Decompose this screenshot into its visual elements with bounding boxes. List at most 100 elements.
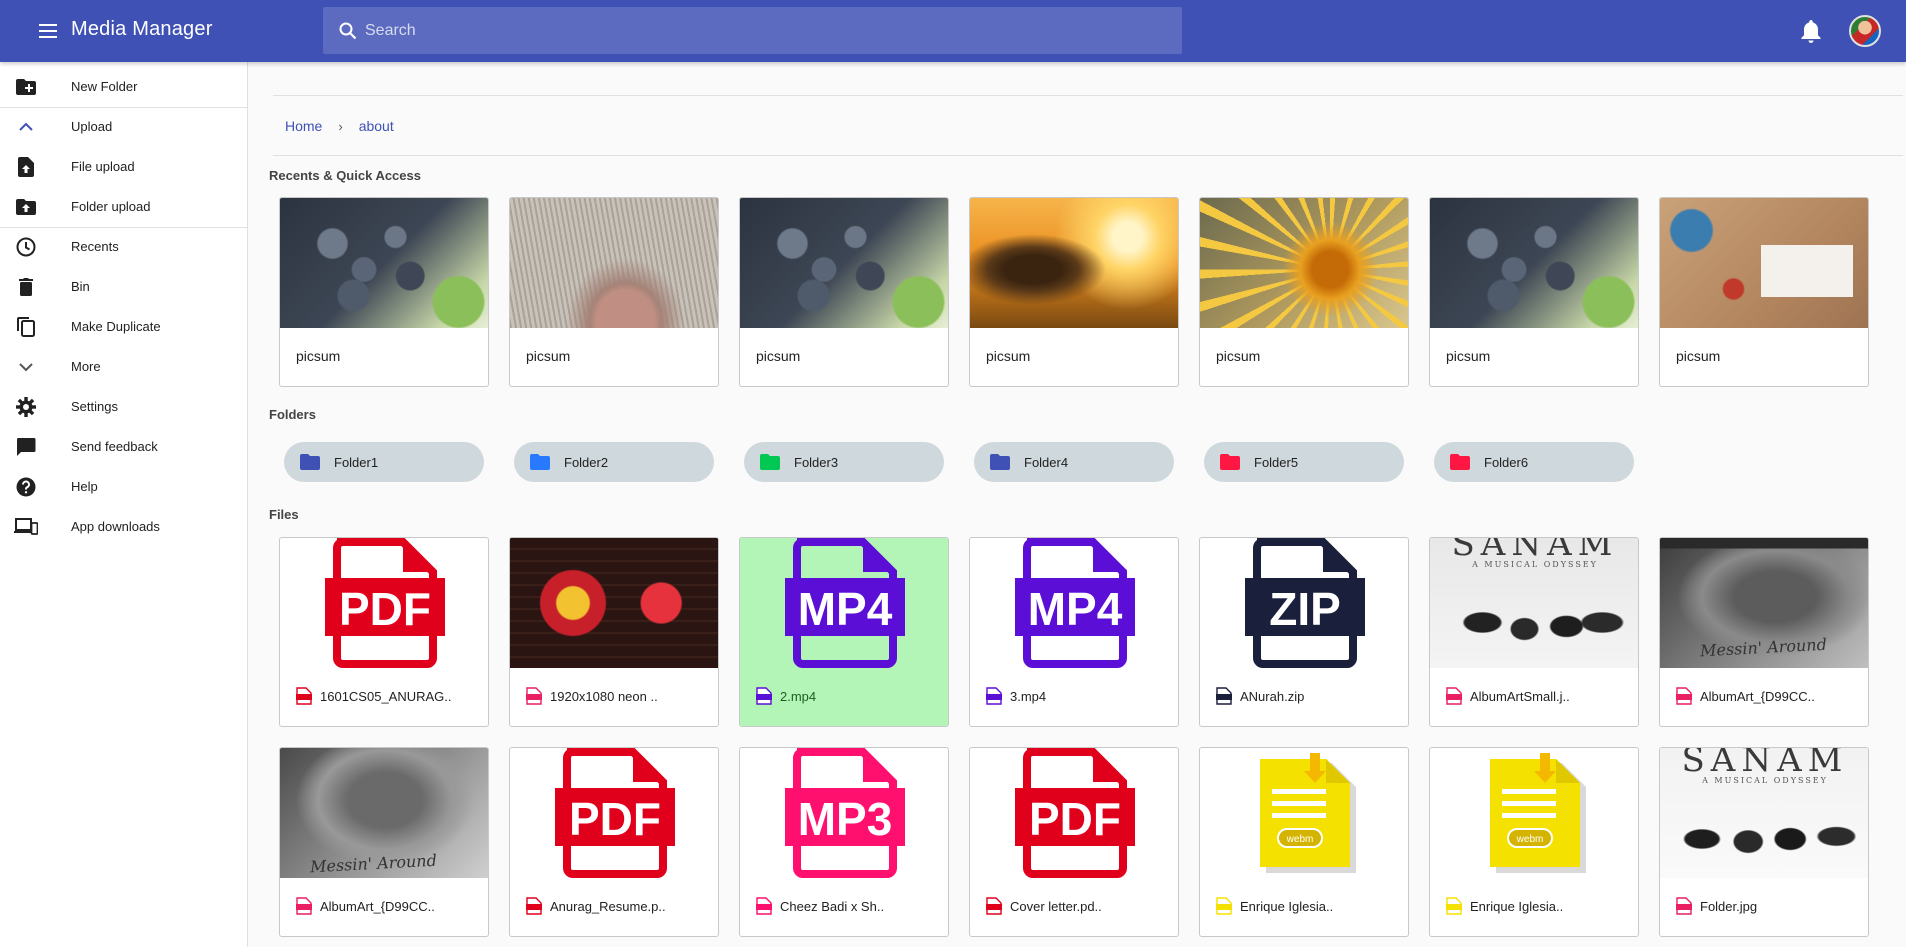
file-name: AlbumArtSmall.j.. <box>1470 688 1570 704</box>
pdf-small-icon <box>296 687 312 705</box>
folder-chip[interactable]: Folder4 <box>974 442 1174 482</box>
file-card[interactable]: webm Enrique Iglesia.. <box>1199 747 1409 937</box>
svg-text:PDF: PDF <box>569 793 661 845</box>
album-cursive-text: Messin' Around <box>309 850 438 877</box>
file-name: 3.mp4 <box>1010 688 1047 704</box>
sidebar-item-file-upload[interactable]: File upload <box>0 147 248 187</box>
search-icon <box>337 20 359 42</box>
folder-chip[interactable]: Folder2 <box>514 442 714 482</box>
folder-icon <box>990 454 1010 470</box>
folder-label: Folder3 <box>794 454 839 470</box>
divider <box>273 95 1903 96</box>
mp4-file-icon: MP4 <box>1015 538 1135 668</box>
breadcrumb: Home › about <box>285 118 394 134</box>
sidebar-item-label: File upload <box>71 159 135 174</box>
sidebar-item-label: Upload <box>71 119 113 134</box>
folder-upload-icon <box>14 195 38 219</box>
sidebar-item-app-downloads[interactable]: App downloads <box>0 507 248 547</box>
album-cursive-text: Messin' Around <box>1699 634 1828 661</box>
file-name-row: AlbumArtSmall.j.. <box>1446 687 1570 705</box>
gear-icon <box>14 395 38 419</box>
file-card[interactable]: MP3 Cheez Badi x Sh.. <box>739 747 949 937</box>
recent-card[interactable]: picsum <box>509 197 719 387</box>
file-thumbnail: MP4 <box>970 538 1178 668</box>
folder-chip[interactable]: Folder3 <box>744 442 944 482</box>
file-thumbnail: SANAM A MUSICAL ODYSSEY <box>1430 538 1638 668</box>
jpg-small-icon <box>1676 687 1692 705</box>
folder-label: Folder5 <box>1254 454 1299 470</box>
sidebar-item-label: More <box>71 359 101 374</box>
jpg-small-icon <box>526 687 542 705</box>
file-name-row: Enrique Iglesia.. <box>1446 897 1563 915</box>
svg-text:webm: webm <box>1516 834 1544 845</box>
file-name-row: 2.mp4 <box>756 687 816 705</box>
sidebar-item-label: Send feedback <box>71 439 158 454</box>
search-bar[interactable] <box>323 7 1182 54</box>
notifications-bell-icon[interactable] <box>1796 16 1826 46</box>
recent-thumbnail-cat-nose <box>510 198 718 328</box>
recent-thumbnail-grapes <box>740 198 948 328</box>
recent-card[interactable]: picsum <box>1199 197 1409 387</box>
sidebar-item-help[interactable]: Help <box>0 467 248 507</box>
file-card[interactable]: PDF Cover letter.pd.. <box>969 747 1179 937</box>
file-card[interactable]: Messin' Around AlbumArt_{D99CC.. <box>1659 537 1869 727</box>
recent-card[interactable]: picsum <box>1659 197 1869 387</box>
recent-thumbnail-spiky-plant <box>1200 198 1408 328</box>
folder-label: Folder1 <box>334 454 379 470</box>
user-avatar[interactable] <box>1849 15 1881 47</box>
app-bar: Media Manager <box>0 0 1906 62</box>
sidebar-item-upload[interactable]: Upload <box>0 107 248 147</box>
folders-section-title: Folders <box>269 407 316 422</box>
recent-card[interactable]: picsum <box>1429 197 1639 387</box>
file-card[interactable]: PDF Anurag_Resume.p.. <box>509 747 719 937</box>
file-card[interactable]: MP4 3.mp4 <box>969 537 1179 727</box>
file-thumbnail: MP4 <box>740 538 948 668</box>
file-name: 1920x1080 neon .. <box>550 688 658 704</box>
svg-text:MP4: MP4 <box>1028 583 1123 635</box>
sidebar-item-make-duplicate[interactable]: Make Duplicate <box>0 307 248 347</box>
files-section-title: Files <box>269 507 299 522</box>
file-card[interactable]: ZIP ANurah.zip <box>1199 537 1409 727</box>
sidebar-item-settings[interactable]: Settings <box>0 387 248 427</box>
file-card[interactable]: MP4 2.mp4 <box>739 537 949 727</box>
file-card[interactable]: 1920x1080 neon .. <box>509 537 719 727</box>
folder-chip[interactable]: Folder1 <box>284 442 484 482</box>
recent-card[interactable]: picsum <box>279 197 489 387</box>
recent-card[interactable]: picsum <box>739 197 949 387</box>
zip-file-icon: ZIP <box>1245 538 1365 668</box>
breadcrumb-current-link[interactable]: about <box>359 118 394 134</box>
sidebar-item-label: App downloads <box>71 519 160 534</box>
hamburger-menu-icon[interactable] <box>36 19 60 43</box>
search-input[interactable] <box>365 21 1145 40</box>
file-name-row: 1920x1080 neon .. <box>526 687 658 705</box>
file-card[interactable]: SANAM A MUSICAL ODYSSEY AlbumArtSmall.j.… <box>1429 537 1639 727</box>
sidebar-item-recents[interactable]: Recents <box>0 227 248 267</box>
folder-label: Folder2 <box>564 454 609 470</box>
sidebar-item-send-feedback[interactable]: Send feedback <box>0 427 248 467</box>
sidebar-item-bin[interactable]: Bin <box>0 267 248 307</box>
recent-card[interactable]: picsum <box>969 197 1179 387</box>
file-name-row: Cover letter.pd.. <box>986 897 1102 915</box>
file-card[interactable]: SANAM A MUSICAL ODYSSEY Folder.jpg <box>1659 747 1869 937</box>
trash-icon <box>14 275 38 299</box>
file-card[interactable]: webm Enrique Iglesia.. <box>1429 747 1639 937</box>
recent-thumbnail-girl-sunset <box>970 198 1178 328</box>
folder-chip[interactable]: Folder6 <box>1434 442 1634 482</box>
sidebar-item-folder-upload[interactable]: Folder upload <box>0 187 248 227</box>
breadcrumb-home-link[interactable]: Home <box>285 118 322 134</box>
recent-thumbnail-grapes <box>1430 198 1638 328</box>
file-upload-icon <box>14 155 38 179</box>
file-thumbnail: webm <box>1430 748 1638 878</box>
file-card[interactable]: Messin' Around AlbumArt_{D99CC.. <box>279 747 489 937</box>
mp3-small-icon <box>756 897 772 915</box>
folder-chip[interactable]: Folder5 <box>1204 442 1404 482</box>
recent-caption: picsum <box>1676 348 1721 364</box>
file-name-row: 3.mp4 <box>986 687 1046 705</box>
folder-icon <box>300 454 320 470</box>
sidebar-item-new-folder[interactable]: New Folder <box>0 67 248 107</box>
pdf-small-icon <box>526 897 542 915</box>
svg-text:PDF: PDF <box>1029 793 1121 845</box>
sidebar-item-more[interactable]: More <box>0 347 248 387</box>
file-card[interactable]: PDF 1601CS05_ANURAG.. <box>279 537 489 727</box>
sidebar-item-label: Bin <box>71 279 90 294</box>
